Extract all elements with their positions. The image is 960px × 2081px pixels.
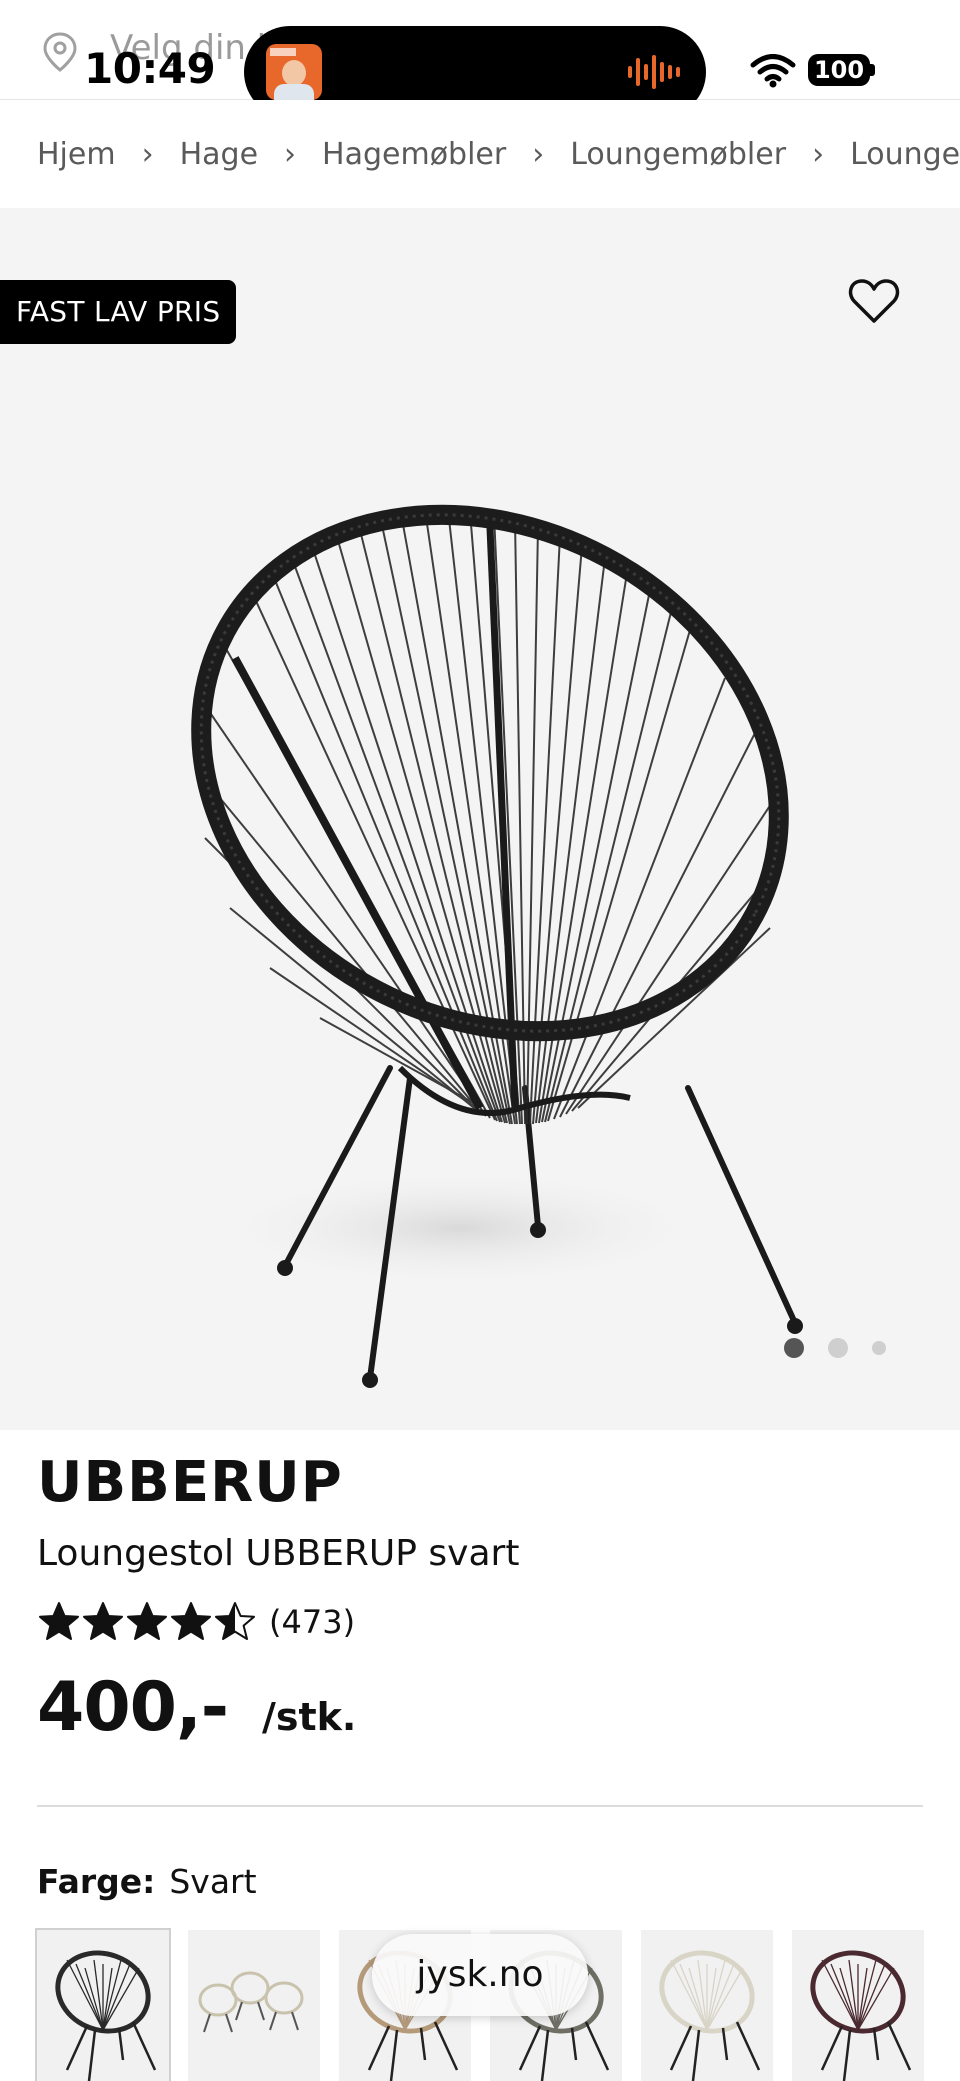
location-pin-icon[interactable] [40,30,80,74]
chair-thumbnail [55,1950,157,2081]
carousel-dot[interactable] [828,1338,848,1358]
price-row: 400,- /stk. [37,1668,356,1747]
star-full-icon [171,1602,211,1640]
chair-thumbnail [810,1950,912,2081]
price-unit: /stk. [262,1695,357,1739]
color-swatch-svart[interactable] [35,1928,171,2081]
podcast-artwork [266,44,322,100]
product-image-carousel[interactable]: FAST LAV PRIS [0,208,960,1430]
breadcrumb-item-garden-furniture[interactable]: Hagemøbler [322,137,506,172]
carousel-dot[interactable] [872,1341,886,1355]
review-count[interactable]: (473) [269,1603,355,1641]
carousel-dot-active[interactable] [784,1338,804,1358]
color-label: Farge: [37,1862,156,1901]
status-time: 10:49 [84,44,216,93]
product-name: Loungestol UBBERUP svart [37,1533,520,1574]
breadcrumb-item-lounge-furniture[interactable]: Loungemøbler [570,137,786,172]
battery-indicator: 100 [808,54,870,86]
wifi-icon [750,54,796,88]
breadcrumb-separator: › [532,136,545,172]
color-selector-label: Farge: Svart [37,1862,257,1901]
star-half-icon [215,1602,255,1640]
product-image [191,504,803,1388]
product-price: 400,- [37,1668,229,1747]
color-swatch-sett[interactable] [188,1930,320,2081]
heart-outline-icon[interactable] [848,278,900,324]
price-badge: FAST LAV PRIS [0,280,237,344]
status-bar: Velg din b 10:49 100 [0,0,960,118]
color-swatch-bordeaux[interactable] [792,1930,924,2081]
rating-stars [37,1600,257,1644]
breadcrumb-item-lounge-chairs[interactable]: Loungestoler [850,137,960,172]
star-full-icon [127,1602,167,1640]
breadcrumb-separator: › [812,136,825,172]
color-value: Svart [169,1862,257,1901]
breadcrumb-item-garden[interactable]: Hage [180,137,258,172]
product-brand: UBBERUP [37,1450,343,1515]
carousel-dots[interactable] [784,1336,894,1360]
product-rating[interactable]: (473) [37,1598,355,1646]
breadcrumb-separator: › [141,136,154,172]
breadcrumb-separator: › [284,136,297,172]
breadcrumb-item-home[interactable]: Hjem [37,137,116,172]
chair-thumbnail [659,1950,761,2081]
star-full-icon [83,1602,123,1640]
browser-url-pill[interactable]: jysk.no [372,1934,588,2016]
breadcrumb: Hjem › Hage › Hagemøbler › Loungemøbler … [0,100,960,208]
divider [37,1805,923,1807]
color-swatch-hvit[interactable] [641,1930,773,2081]
chair-thumbnail [198,1971,304,2033]
battery-tip [870,64,875,76]
audio-wave-icon [628,55,680,89]
star-full-icon [39,1602,79,1640]
